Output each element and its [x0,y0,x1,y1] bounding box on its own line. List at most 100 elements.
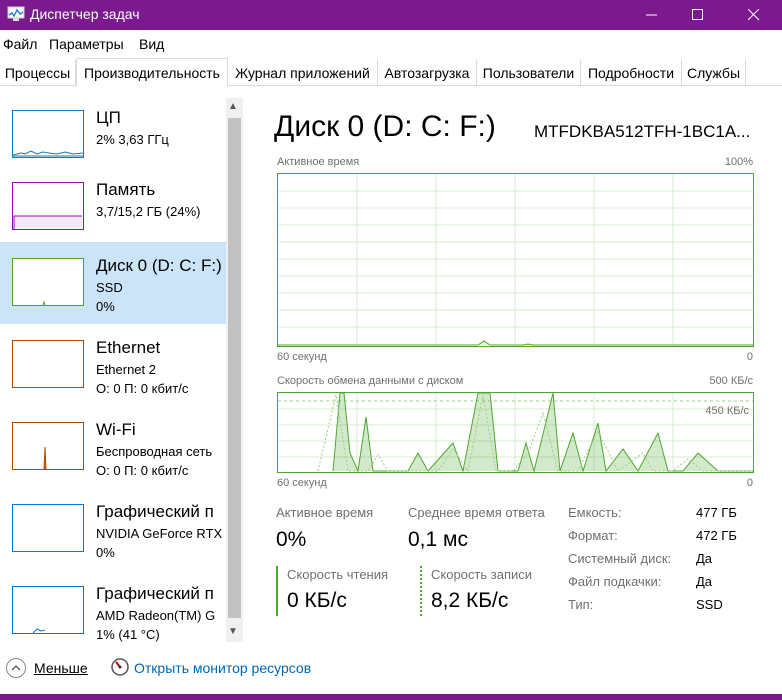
tab-startup[interactable]: Автозагрузка [378,60,477,86]
sidebar-item-sub: SSD [96,280,123,295]
transfer-rate-graph: 450 КБ/с [277,392,754,473]
write-speed-value: 8,2 КБ/с [431,589,509,612]
disk-thumbnail [12,258,84,306]
tab-performance[interactable]: Производительность [76,58,228,87]
graph2-max: 500 КБ/с [709,375,753,387]
tab-bar: Процессы Производительность Журнал прило… [0,58,782,87]
sidebar-item-title: Ethernet [96,338,161,357]
sidebar-item-title: Wi-Fi [96,420,136,439]
graph1-max: 100% [724,156,753,168]
sidebar-item-sub: Беспроводная сеть [96,444,213,459]
menu-bar: Файл Параметры Вид [0,30,782,56]
close-icon [748,9,760,21]
close-button[interactable] [728,0,780,30]
menu-view[interactable]: Вид [139,36,164,52]
memory-thumbnail [12,182,84,230]
read-speed-indicator [276,566,278,616]
cpu-mini-graph [13,150,83,157]
menu-options[interactable]: Параметры [49,36,124,52]
response-time-label: Среднее время ответа [408,505,545,520]
system-disk-value: Да [696,551,713,566]
wifi-mini-graph [43,446,47,469]
disk-model: MTFDKBA512TFH-1BC1A... [534,122,751,141]
fewer-details-link[interactable]: Меньше [34,660,88,676]
gpu0-thumbnail [12,504,84,552]
active-time-graph-plot [278,174,753,346]
sidebar-item-sub: AMD Radeon(TM) G [96,608,216,623]
page-title: Диск 0 (D: C: F:) [274,110,496,143]
read-speed-value: 0 КБ/с [287,589,347,612]
minimize-icon [646,14,657,16]
sidebar-item-value: 1% (41 °C) [96,627,160,642]
tab-services[interactable]: Службы [682,60,746,86]
capacity-value: 477 ГБ [696,505,737,520]
graph1-time: 60 секунд [277,351,327,363]
sidebar-item-sub: Ethernet 2 [96,362,156,377]
tab-processes[interactable]: Процессы [0,60,76,86]
sidebar-item-sub: 2% 3,63 ГГц [96,132,169,147]
sidebar-item-gpu0[interactable]: Графический п NVIDIA GeForce RTX 0% [0,488,226,570]
sidebar-item-value: О: 0 П: 0 кбит/с [96,381,189,396]
sidebar-item-title: Графический п [96,502,214,521]
sidebar-item-title: ЦП [96,108,121,127]
sidebar-item-wifi[interactable]: Wi-Fi Беспроводная сеть О: 0 П: 0 кбит/с [0,406,226,488]
write-speed-label: Скорость записи [431,567,533,582]
transfer-rate-graph-plot [278,393,753,472]
scrollbar-thumb[interactable] [228,118,241,618]
system-disk-label: Системный диск: [568,551,672,566]
active-time-graph [277,173,754,347]
sidebar-item-value: 0% [96,545,115,560]
formatted-value: 472 ГБ [696,528,737,543]
memory-mini-graph [13,215,82,229]
sidebar-item-cpu[interactable]: ЦП 2% 3,63 ГГц [0,94,226,176]
tab-details[interactable]: Подробности [581,60,682,86]
maximize-icon [692,9,703,20]
capacity-label: Емкость: [568,505,622,520]
resource-monitor-icon[interactable] [110,657,130,677]
active-time-value: 0% [276,528,307,551]
disk-mini-graph [42,300,46,305]
graph2-time: 60 секунд [277,477,327,489]
cpu-thumbnail [12,110,84,158]
tab-users[interactable]: Пользователи [477,60,581,86]
menu-file[interactable]: Файл [3,36,37,52]
write-speed-indicator [420,566,422,616]
sidebar-item-title: Графический п [96,584,214,603]
page-file-value: Да [696,574,713,589]
resource-sidebar: ЦП 2% 3,63 ГГц Память 3,7/15,2 ГБ (24%) … [0,94,226,644]
window-title: Диспетчер задач [30,6,140,22]
graph1-label: Активное время [277,156,360,168]
sidebar-item-value: 0% [96,299,115,314]
sidebar-item-ethernet[interactable]: Ethernet Ethernet 2 О: 0 П: 0 кбит/с [0,324,226,406]
title-bar: Диспетчер задач [0,0,782,30]
graph2-min: 0 [746,477,753,489]
active-time-label: Активное время [276,505,374,520]
maximize-button[interactable] [672,0,724,30]
open-resource-monitor-link[interactable]: Открыть монитор ресурсов [134,660,311,676]
tab-app-history[interactable]: Журнал приложений [228,60,378,86]
sidebar-item-sub: 3,7/15,2 ГБ (24%) [96,204,201,219]
graph1-min: 0 [746,351,753,363]
chevron-up-icon [11,665,21,671]
graph2-label: Скорость обмена данными с диском [277,375,464,387]
sidebar-item-sub: NVIDIA GeForce RTX [96,526,223,541]
sidebar-scrollbar[interactable]: ▲ ▼ [226,98,243,642]
read-speed-label: Скорость чтения [287,567,389,582]
sidebar-item-gpu1[interactable]: Графический п AMD Radeon(TM) G 1% (41 °C… [0,570,226,644]
scroll-down-icon[interactable]: ▼ [228,626,238,637]
ethernet-thumbnail [12,340,84,388]
sidebar-item-memory[interactable]: Память 3,7/15,2 ГБ (24%) [0,166,226,248]
scroll-up-icon[interactable]: ▲ [228,101,238,112]
type-label: Тип: [568,597,594,612]
minimize-button[interactable] [626,0,678,30]
window-bottom-border [0,694,782,700]
response-time-value: 0,1 мс [408,528,468,551]
type-value: SSD [696,597,723,612]
graph2-mid: 450 КБ/с [705,405,749,417]
formatted-label: Формат: [568,528,618,543]
sidebar-item-disk[interactable]: Диск 0 (D: C: F:) SSD 0% [0,242,226,324]
sidebar-item-value: О: 0 П: 0 кбит/с [96,463,189,478]
fewer-details-button[interactable] [6,658,26,678]
wifi-thumbnail [12,422,84,470]
sidebar-item-title: Диск 0 (D: C: F:) [96,256,222,275]
